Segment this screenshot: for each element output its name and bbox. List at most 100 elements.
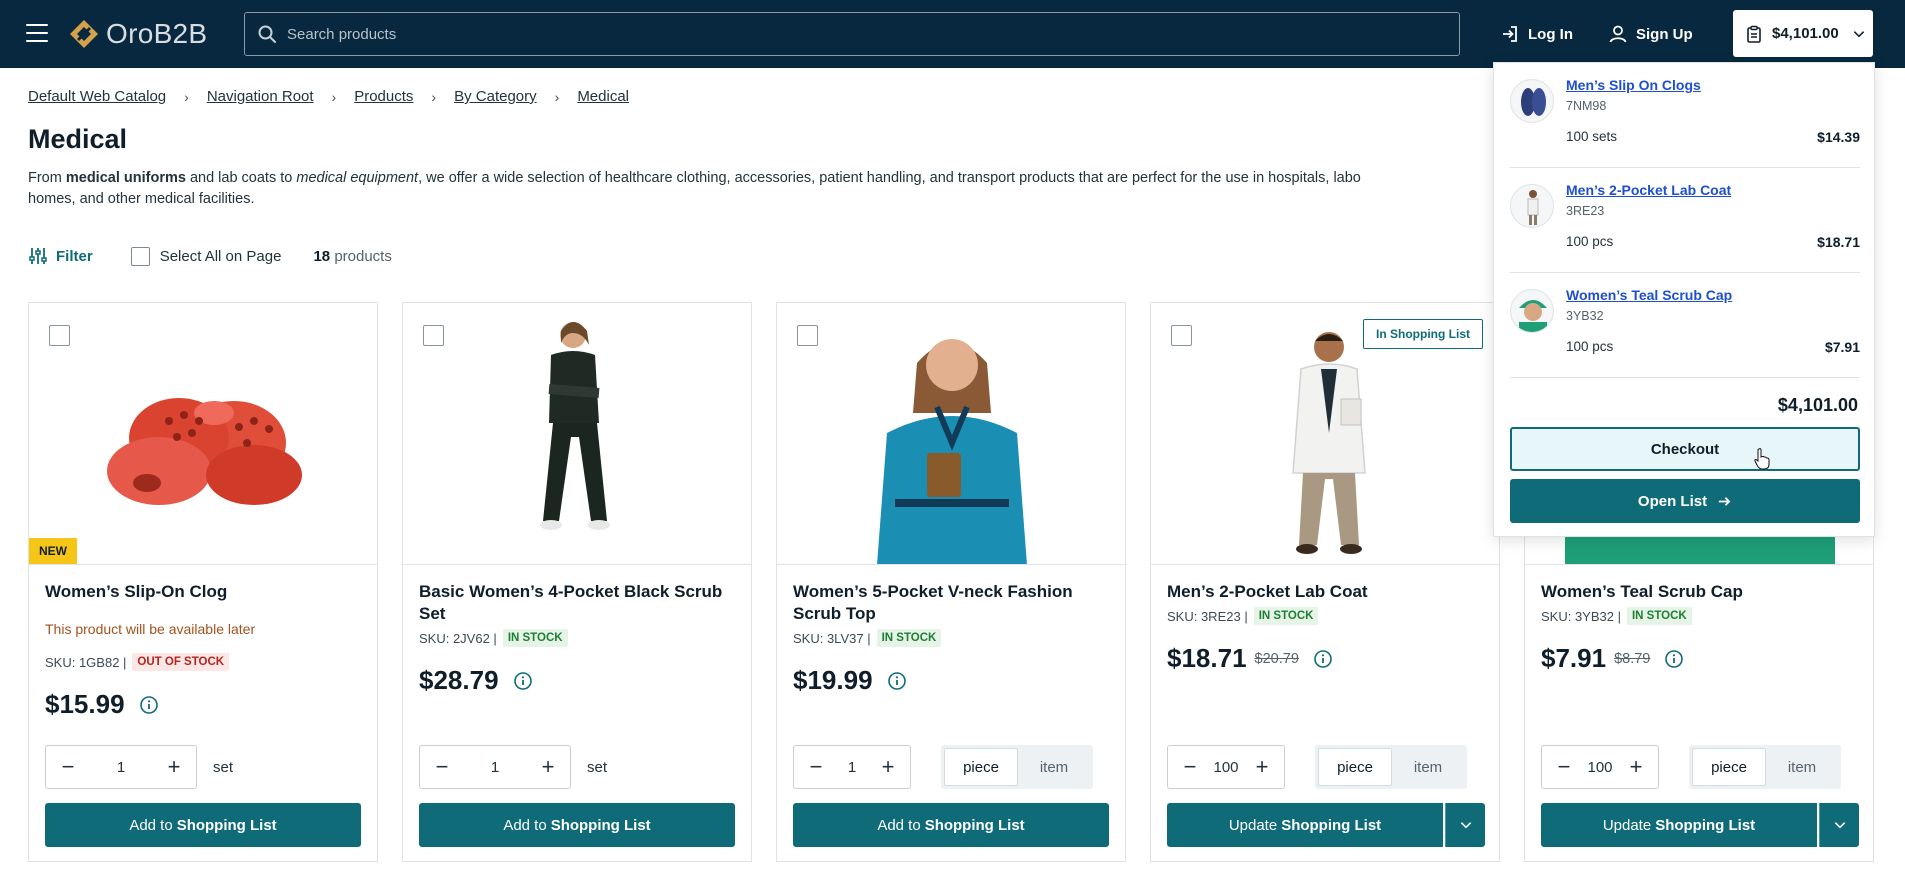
- quantity-value[interactable]: 100: [1213, 759, 1238, 776]
- breadcrumb-link[interactable]: Navigation Root: [207, 88, 314, 105]
- unit-label: set: [213, 759, 234, 776]
- item-name-link[interactable]: Men’s Slip On Clogs: [1566, 77, 1701, 93]
- info-icon[interactable]: [139, 695, 159, 715]
- product-checkbox[interactable]: [797, 325, 818, 346]
- stock-badge: IN STOCK: [1253, 607, 1319, 625]
- minus-button[interactable]: −: [1552, 754, 1576, 779]
- item-thumbnail[interactable]: [1510, 289, 1554, 333]
- filter-button[interactable]: Filter: [28, 246, 93, 266]
- plus-button[interactable]: +: [876, 754, 900, 779]
- item-qty: 100 pcs: [1566, 234, 1614, 249]
- item-sku: 3YB32: [1566, 309, 1604, 323]
- unit-option-item[interactable]: item: [1766, 748, 1838, 786]
- chevron-right-icon: ›: [331, 88, 337, 105]
- action-prefix: Add to: [877, 816, 921, 834]
- quantity-value[interactable]: 1: [848, 759, 856, 776]
- checkbox[interactable]: [130, 246, 150, 266]
- product-name[interactable]: Men’s 2-Pocket Lab Coat: [1167, 581, 1487, 603]
- product-name[interactable]: Basic Women’s 4-Pocket Black Scrub Set: [419, 581, 739, 625]
- search-bar[interactable]: [244, 12, 1460, 56]
- shopping-list-dropdown-toggle[interactable]: [1819, 803, 1859, 847]
- price: $18.71 $20.79: [1167, 643, 1333, 674]
- item-thumbnail[interactable]: [1510, 184, 1554, 228]
- plus-button[interactable]: +: [1250, 754, 1274, 779]
- logo[interactable]: OroB2B: [68, 16, 207, 52]
- checkout-button[interactable]: Checkout: [1510, 427, 1860, 471]
- update-shopping-list-button[interactable]: Update Shopping List: [1167, 803, 1443, 847]
- dropdown-item: Men’s 2-Pocket Lab Coat 3RE23 100 pcs $1…: [1510, 168, 1860, 273]
- unit-option-item[interactable]: item: [1018, 748, 1090, 786]
- clog-image: [107, 398, 302, 505]
- product-checkbox[interactable]: [1171, 325, 1192, 346]
- unit-toggle: piece item: [941, 745, 1093, 789]
- breadcrumb-link[interactable]: Medical: [577, 88, 629, 105]
- login-link[interactable]: Log In: [1500, 22, 1573, 46]
- search-input[interactable]: [287, 25, 1387, 43]
- menu-icon[interactable]: [26, 24, 48, 42]
- chevron-right-icon: ›: [431, 88, 437, 105]
- minus-button[interactable]: −: [1178, 754, 1202, 779]
- info-icon[interactable]: [1313, 649, 1333, 669]
- dropdown-item: Women’s Teal Scrub Cap 3YB32 100 pcs $7.…: [1510, 273, 1860, 378]
- chevron-right-icon: ›: [554, 88, 560, 105]
- old-price: $8.79: [1614, 650, 1651, 667]
- open-list-button[interactable]: Open List: [1510, 479, 1860, 523]
- quantity-value[interactable]: 100: [1587, 759, 1612, 776]
- plus-button[interactable]: +: [162, 754, 186, 779]
- info-icon[interactable]: [887, 671, 907, 691]
- info-icon[interactable]: [1664, 649, 1684, 669]
- breadcrumb-link[interactable]: Products: [354, 88, 413, 105]
- plus-button[interactable]: +: [536, 754, 560, 779]
- action-main: Shopping List: [176, 816, 277, 834]
- minus-button[interactable]: −: [56, 754, 80, 779]
- breadcrumb-link[interactable]: By Category: [454, 88, 537, 105]
- quantity-value[interactable]: 1: [117, 759, 125, 776]
- product-card: Basic Women’s 4-Pocket Black Scrub Set S…: [402, 302, 752, 862]
- stock-badge: IN STOCK: [876, 629, 942, 647]
- product-checkbox[interactable]: [423, 325, 444, 346]
- quantity-stepper: − 1 +: [793, 745, 911, 789]
- product-name[interactable]: Women’s Teal Scrub Cap: [1541, 581, 1861, 603]
- add-to-shopping-list-button[interactable]: Add to Shopping List: [419, 803, 735, 847]
- add-to-shopping-list-button[interactable]: Add to Shopping List: [45, 803, 361, 847]
- old-price: $20.79: [1254, 650, 1299, 667]
- add-to-shopping-list-button[interactable]: Add to Shopping List: [793, 803, 1109, 847]
- quantity-value[interactable]: 1: [491, 759, 499, 776]
- item-name-link[interactable]: Men’s 2-Pocket Lab Coat: [1566, 182, 1731, 198]
- product-image[interactable]: In Shopping List: [1151, 303, 1499, 565]
- product-card: Women’s 5-Pocket V-neck Fashion Scrub To…: [776, 302, 1126, 862]
- filter-label: Filter: [56, 247, 93, 265]
- top-header: OroB2B Log In Sign Up $4,101.00: [0, 0, 1905, 68]
- sku-text: SKU: 2JV62 |: [419, 630, 497, 646]
- product-image[interactable]: [403, 303, 751, 565]
- page-title: Medical: [28, 124, 128, 154]
- shopping-list-dropdown-toggle[interactable]: [1445, 803, 1485, 847]
- plus-button[interactable]: +: [1624, 754, 1648, 779]
- chevron-down-icon: [1853, 30, 1864, 37]
- unit-option-piece[interactable]: piece: [944, 748, 1018, 786]
- minus-button[interactable]: −: [804, 754, 828, 779]
- item-thumbnail[interactable]: [1510, 79, 1554, 123]
- lab-coat-thumb-image: [1527, 190, 1539, 225]
- stock-badge: IN STOCK: [1626, 607, 1692, 625]
- hand-cursor-icon: [1754, 448, 1770, 470]
- info-icon[interactable]: [513, 671, 533, 691]
- unit-toggle: piece item: [1689, 745, 1841, 789]
- product-name[interactable]: Women’s 5-Pocket V-neck Fashion Scrub To…: [793, 581, 1113, 625]
- shopping-list-button[interactable]: $4,101.00: [1733, 10, 1873, 57]
- item-name-link[interactable]: Women’s Teal Scrub Cap: [1566, 287, 1732, 303]
- unit-option-item[interactable]: item: [1392, 748, 1464, 786]
- breadcrumb-link[interactable]: Default Web Catalog: [28, 88, 166, 105]
- signup-link[interactable]: Sign Up: [1608, 22, 1693, 46]
- update-shopping-list-button[interactable]: Update Shopping List: [1541, 803, 1817, 847]
- product-checkbox[interactable]: [49, 325, 70, 346]
- product-image[interactable]: [777, 303, 1125, 565]
- unit-option-piece[interactable]: piece: [1318, 748, 1392, 786]
- select-all-checkbox[interactable]: Select All on Page: [130, 246, 281, 266]
- in-shopping-list-badge: In Shopping List: [1363, 319, 1483, 349]
- logo-mark-icon: [68, 18, 100, 50]
- unit-option-piece[interactable]: piece: [1692, 748, 1766, 786]
- product-image[interactable]: NEW: [29, 303, 377, 565]
- product-name[interactable]: Women’s Slip-On Clog: [45, 581, 365, 603]
- minus-button[interactable]: −: [430, 754, 454, 779]
